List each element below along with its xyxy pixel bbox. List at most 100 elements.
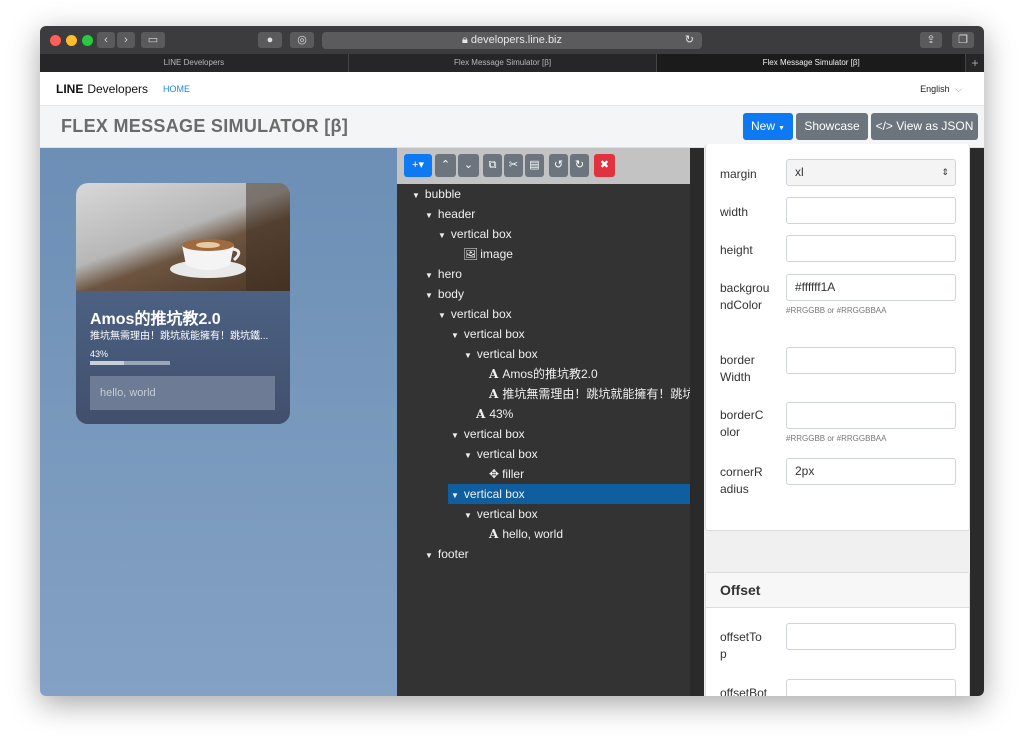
tree-node-label: 推坑無需理由！跳坑就能擁有！跳坑... (502, 387, 705, 401)
width-input[interactable] (786, 197, 956, 224)
tree-node-label: image (480, 247, 513, 261)
border-width-label: borderWidth (720, 353, 755, 384)
tree-node[interactable]: ▼ vertical box (451, 424, 525, 444)
offset-card-header: Offset (706, 573, 969, 608)
tree-node[interactable]: ✥ filler (489, 464, 524, 484)
tree-node[interactable]: ▼ vertical box (438, 304, 512, 324)
tree-node[interactable]: ▼ body (425, 284, 464, 304)
offset-bottom-input[interactable] (786, 679, 956, 696)
redo-icon[interactable]: ↻ (570, 154, 589, 177)
url-text: developers.line.biz (470, 34, 563, 46)
corner-radius-input[interactable]: 2px (786, 458, 956, 485)
tree-node-label: 43% (489, 407, 514, 421)
tree-node[interactable]: Ahello, world (489, 524, 563, 544)
undo-icon[interactable]: ↺ (549, 154, 568, 177)
tree-node[interactable]: ▼ footer (425, 544, 469, 564)
tree-node[interactable]: ▼ vertical box (438, 224, 512, 244)
caret-down-icon: ▼ (451, 331, 459, 340)
tree-node[interactable]: ▼ vertical box (451, 324, 525, 344)
home-link[interactable]: HOME (163, 84, 190, 94)
progress-label: 43% (90, 349, 109, 359)
panel-divider[interactable] (690, 148, 704, 696)
tree-node-label: bubble (424, 187, 461, 201)
tree-node[interactable]: ▼ hero (425, 264, 462, 284)
privacy-icon[interactable]: ◎ (290, 32, 314, 48)
language-selector[interactable]: English ⌵ (920, 84, 962, 95)
extension-icon[interactable]: ● (258, 32, 282, 48)
tree-node-label: vertical box (476, 507, 538, 521)
border-width-input[interactable] (786, 347, 956, 374)
tree-node-label: body (437, 287, 464, 301)
tabs-overview-icon[interactable]: ❐ (952, 32, 974, 48)
tree-node-selected[interactable]: ▼ vertical box (451, 484, 525, 504)
forward-icon[interactable]: › (117, 32, 135, 48)
browser-window: ‹ › ▭ ● ◎ 🔒︎ developers.line.biz ↻ ⇪ ❐ L… (40, 26, 984, 696)
offset-top-input[interactable] (786, 623, 956, 650)
offset-title: Offset (720, 582, 761, 598)
brand-logo[interactable]: LINE Developers (56, 82, 148, 96)
share-icon[interactable]: ⇪ (920, 32, 942, 48)
tree-node[interactable]: A 43% (476, 404, 513, 424)
close-window-button[interactable] (50, 35, 61, 46)
move-down-icon[interactable]: ⌄ (458, 154, 479, 177)
minimize-window-button[interactable] (66, 35, 77, 46)
caret-down-icon: ▼ (425, 271, 433, 280)
lock-icon: 🔒︎ (461, 34, 471, 46)
border-color-hint: #RRGGBB or #RRGGBBAA (786, 434, 887, 443)
browser-tab[interactable]: LINE Developers (40, 54, 349, 72)
tree-node[interactable]: A 推坑無需理由！跳坑就能擁有！跳坑... (489, 384, 704, 404)
cut-icon[interactable]: ✂ (504, 154, 523, 177)
tree-node-label: vertical box (450, 227, 512, 241)
caret-down-icon: ▼ (464, 351, 472, 360)
tree-node[interactable]: ▼ vertical box (464, 344, 538, 364)
filler-icon: ✥ (489, 467, 500, 481)
tree-node[interactable]: ▼ header (425, 204, 475, 224)
background-color-hint: #RRGGBB or #RRGGBBAA (786, 306, 887, 315)
border-color-input[interactable] (786, 402, 956, 429)
page-scrollbar[interactable] (970, 148, 984, 696)
reload-icon[interactable]: ↻ (685, 32, 694, 49)
margin-select[interactable]: xl ⇕ (786, 159, 956, 186)
box-properties-card: margin xl ⇕ width height backgroundColor… (705, 144, 970, 531)
height-input[interactable] (786, 235, 956, 262)
tree-node[interactable]: A Amos的推坑教2.0 (489, 364, 598, 384)
zoom-window-button[interactable] (82, 35, 93, 46)
component-tree-panel: +▾ ⌃ ⌄ ⧉ ✂ ▤ ↺ ↻ ✖ ▼ bubble ▼ header ▼ vertic… (397, 148, 704, 696)
browser-tab[interactable]: Flex Message Simulator [β] (349, 54, 658, 72)
margin-label: margin (720, 167, 757, 181)
new-button-label: New (751, 119, 776, 133)
tree-node[interactable]: ▼ vertical box (464, 444, 538, 464)
new-button[interactable]: New ▼ (743, 113, 793, 140)
tree-node-label: footer (437, 547, 469, 561)
chevron-down-icon: ⌵ (955, 84, 962, 94)
tab-bar: LINE Developers Flex Message Simulator [… (40, 54, 984, 72)
margin-value: xl (795, 165, 804, 179)
message-box: hello, world (90, 376, 275, 410)
view-json-button[interactable]: </> View as JSON (871, 113, 978, 140)
paste-icon[interactable]: ▤ (525, 154, 544, 177)
background-color-input[interactable]: #ffffff1A (786, 274, 956, 301)
tree-node-label: header (437, 207, 476, 221)
tree-node[interactable]: ▼ vertical box (464, 504, 538, 524)
tree-node[interactable]: 🖼︎ image (463, 244, 513, 264)
back-icon[interactable]: ‹ (97, 32, 115, 48)
browser-tab-active[interactable]: Flex Message Simulator [β] (657, 54, 967, 72)
corner-radius-value: 2px (795, 464, 815, 478)
sidebar-icon[interactable]: ▭ (141, 32, 165, 48)
tree-node-label: hello, world (502, 527, 564, 541)
showcase-button[interactable]: Showcase (796, 113, 868, 140)
offset-bottom-label: offsetBottom (720, 686, 768, 696)
properties-panel: margin xl ⇕ width height backgroundColor… (704, 144, 970, 696)
move-up-icon[interactable]: ⌃ (435, 154, 456, 177)
add-component-icon[interactable]: +▾ (404, 154, 432, 177)
delete-icon[interactable]: ✖ (594, 154, 615, 177)
background-color-value: #ffffff1A (795, 280, 836, 294)
text-icon: A (489, 527, 499, 541)
caret-down-icon: ▼ (438, 231, 446, 240)
tree-node[interactable]: ▼ bubble (412, 184, 461, 204)
new-tab-icon[interactable]: + (966, 54, 984, 72)
address-bar[interactable]: 🔒︎ developers.line.biz ↻ (322, 32, 702, 49)
page-title: FLEX MESSAGE SIMULATOR [β] (61, 116, 349, 136)
brand-rest: Developers (87, 82, 149, 96)
copy-icon[interactable]: ⧉ (483, 154, 502, 177)
